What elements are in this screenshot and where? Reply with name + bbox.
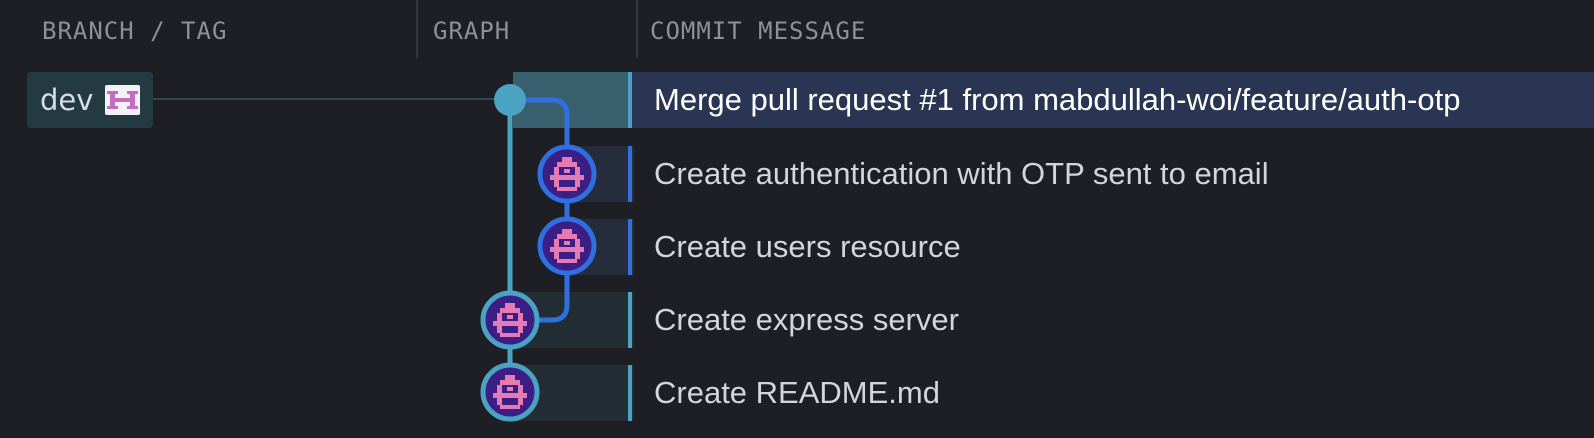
- commit-graph-panel: BRANCH / TAG GRAPH COMMIT MESSAGE dev Me…: [0, 0, 1594, 438]
- commit-message: Create express server: [654, 302, 959, 337]
- commit-node-5: [480, 362, 540, 422]
- commit-row[interactable]: Create express server: [628, 292, 1594, 348]
- commit-row[interactable]: Create README.md: [628, 365, 1594, 421]
- merge-node-dot: [494, 84, 526, 116]
- commit-message: Create authentication with OTP sent to e…: [654, 156, 1269, 191]
- commit-message: Create README.md: [654, 375, 940, 410]
- lane-accent-bar: [628, 365, 632, 421]
- commit-message: Merge pull request #1 from mabdullah-woi…: [654, 82, 1461, 117]
- commit-row[interactable]: Merge pull request #1 from mabdullah-woi…: [628, 72, 1594, 128]
- lane-accent-bar: [628, 146, 632, 202]
- lane-accent-bar: [628, 219, 632, 275]
- lane-accent-bar: [628, 292, 632, 348]
- commit-row[interactable]: Create authentication with OTP sent to e…: [628, 146, 1594, 202]
- commit-node-4: [480, 290, 540, 350]
- commit-row[interactable]: Create users resource: [628, 219, 1594, 275]
- commit-node-2: [537, 144, 597, 204]
- lane-accent-bar: [628, 72, 632, 128]
- commit-node-3: [537, 216, 597, 276]
- commit-message: Create users resource: [654, 229, 961, 264]
- feature-lane-line: [510, 97, 570, 323]
